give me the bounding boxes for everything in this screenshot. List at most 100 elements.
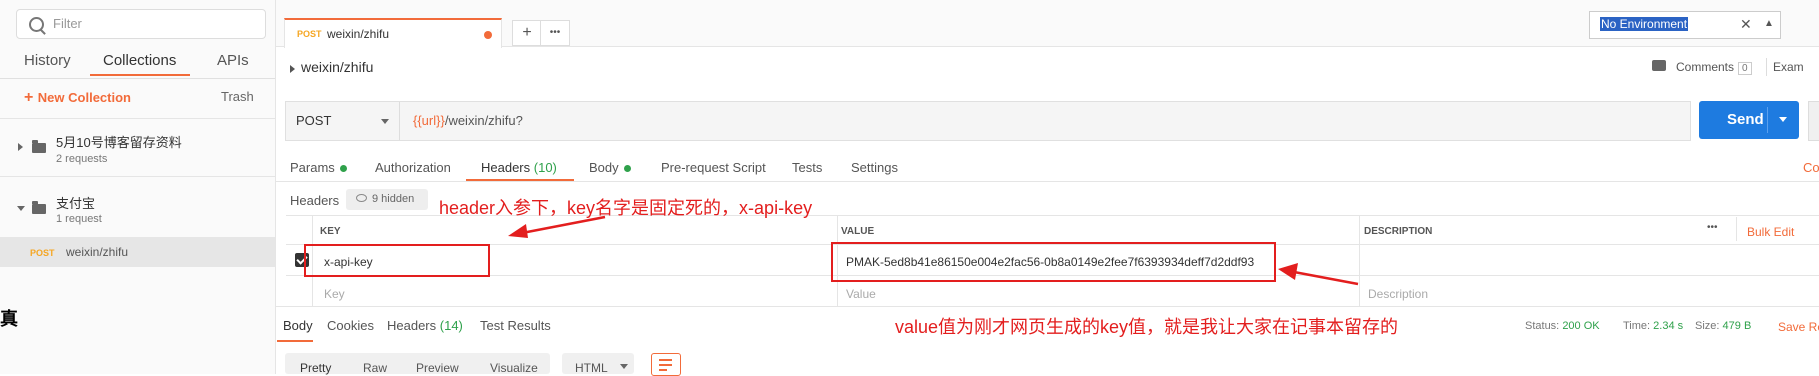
close-icon[interactable]: ✕	[1740, 16, 1752, 33]
chevron-down-icon[interactable]	[1779, 117, 1787, 122]
divider	[1736, 217, 1737, 241]
chevron-right-icon[interactable]	[18, 143, 23, 151]
divider	[276, 181, 1819, 182]
folder-icon	[32, 140, 46, 153]
collection-count: 1 request	[56, 213, 102, 225]
annotation-arrow-icon	[1278, 263, 1359, 286]
format-visualize[interactable]: Visualize	[490, 361, 538, 375]
cookies-link[interactable]: Co	[1803, 160, 1819, 175]
divider	[276, 306, 1819, 307]
time-label: Time:	[1623, 320, 1651, 332]
tab-response-body[interactable]: Body	[283, 318, 313, 333]
new-collection-label: New Collection	[37, 90, 131, 105]
tab-title: weixin/zhifu	[327, 27, 390, 41]
save-response-button[interactable]: Save Re	[1778, 320, 1819, 334]
chevron-down-icon[interactable]	[381, 119, 389, 124]
tab-headers[interactable]: Headers (10)	[481, 160, 557, 175]
collection-count: 2 requests	[56, 153, 108, 165]
annotation-arrow-icon	[508, 215, 606, 238]
tab-label: Headers	[387, 318, 437, 333]
trash-button[interactable]: Trash	[221, 89, 254, 104]
environment-value: No Environment	[1600, 17, 1689, 31]
folder-icon	[32, 201, 46, 214]
hidden-headers-toggle[interactable]: 9 hidden	[346, 189, 428, 210]
collection-name[interactable]: 5月10号博客留存资料	[56, 132, 182, 151]
wrap-lines-button[interactable]	[651, 353, 681, 376]
tab-authorization[interactable]: Authorization	[375, 160, 451, 175]
chevron-down-icon[interactable]	[17, 206, 25, 211]
search-placeholder: Filter	[53, 16, 82, 31]
active-tab-indicator	[90, 74, 190, 76]
new-collection-button[interactable]: + New Collection	[24, 89, 131, 107]
search-icon	[29, 17, 44, 32]
column-header-key: KEY	[320, 226, 341, 237]
tab-history[interactable]: History	[24, 52, 71, 69]
tab-test-results[interactable]: Test Results	[480, 318, 551, 333]
url-variable: {{url}}	[413, 113, 445, 128]
chevron-up-icon[interactable]: ▲	[1764, 18, 1774, 29]
language-select[interactable]: HTML	[562, 353, 634, 375]
annotation-value-note: value值为刚才网页生成的key值，就是我让大家在记事本留存的	[895, 317, 1399, 337]
headers-count: (10)	[533, 160, 557, 175]
status-dot-icon	[339, 165, 347, 173]
chevron-down-icon	[620, 364, 628, 369]
column-header-description: DESCRIPTION	[1364, 226, 1433, 237]
size-text: Size: 479 B	[1695, 320, 1751, 332]
divider	[1766, 58, 1767, 76]
comments-count: 0	[1738, 62, 1752, 75]
tab-body[interactable]: Body	[589, 160, 631, 175]
url-bar: POST {{url}}/weixin/zhifu?	[285, 101, 1691, 141]
search-input[interactable]: Filter	[16, 9, 266, 39]
format-raw[interactable]: Raw	[363, 361, 387, 375]
key-input[interactable]: Key	[324, 287, 345, 301]
environment-select[interactable]: No Environment ✕ ▲	[1589, 11, 1781, 39]
tab-label: Headers	[481, 160, 531, 175]
breadcrumb: weixin/zhifu	[301, 59, 374, 75]
chevron-right-icon[interactable]	[290, 65, 295, 73]
edge-text: 真	[0, 309, 18, 329]
time-text: Time: 2.34 s	[1623, 320, 1683, 332]
method-select[interactable]: POST	[296, 113, 331, 128]
divider	[0, 78, 275, 79]
divider	[0, 176, 275, 177]
tab-label: Params	[290, 160, 335, 175]
save-button[interactable]	[1808, 101, 1819, 141]
bulk-edit-button[interactable]: Bulk Edit	[1747, 225, 1794, 239]
comments-button[interactable]: Comments 0	[1676, 60, 1752, 75]
tab-tests[interactable]: Tests	[792, 160, 822, 175]
more-icon[interactable]: •••	[1707, 222, 1718, 233]
tab-response-cookies[interactable]: Cookies	[327, 318, 374, 333]
comments-label: Comments	[1676, 60, 1735, 74]
new-tab-button[interactable]: +	[512, 20, 542, 46]
tab-bar	[276, 0, 1819, 47]
wrap-icon	[659, 359, 672, 361]
more-tabs-button[interactable]: •••	[540, 20, 570, 46]
request-tab[interactable]: POST weixin/zhifu	[284, 18, 502, 48]
format-preview[interactable]: Preview	[416, 361, 459, 375]
tab-collections[interactable]: Collections	[103, 52, 176, 69]
collection-name[interactable]: 支付宝	[56, 193, 95, 212]
comment-icon	[1652, 60, 1666, 71]
url-input[interactable]: {{url}}/weixin/zhifu?	[413, 113, 523, 128]
tab-settings[interactable]: Settings	[851, 160, 898, 175]
tab-prerequest[interactable]: Pre-request Script	[661, 160, 766, 175]
unsaved-dot-icon	[484, 31, 492, 39]
format-pretty[interactable]: Pretty	[300, 361, 331, 375]
send-button[interactable]: Send	[1699, 101, 1799, 139]
time-value: 2.34 s	[1653, 320, 1684, 332]
request-name: weixin/zhifu	[66, 245, 129, 259]
value-input[interactable]: Value	[846, 287, 876, 301]
language-value: HTML	[575, 361, 608, 375]
tab-response-headers[interactable]: Headers (14)	[387, 318, 463, 333]
examples-button[interactable]: Exam	[1773, 60, 1819, 74]
tab-apis[interactable]: APIs	[217, 52, 249, 69]
tab-params[interactable]: Params	[290, 160, 347, 175]
description-input[interactable]: Description	[1368, 287, 1428, 301]
active-tab-indicator	[277, 340, 313, 342]
annotation-box-key	[304, 244, 490, 277]
column-header-value: VALUE	[841, 226, 875, 237]
plus-icon: +	[24, 89, 38, 106]
method-badge: POST	[297, 29, 322, 39]
status-dot-icon	[623, 165, 631, 173]
divider	[0, 118, 275, 119]
